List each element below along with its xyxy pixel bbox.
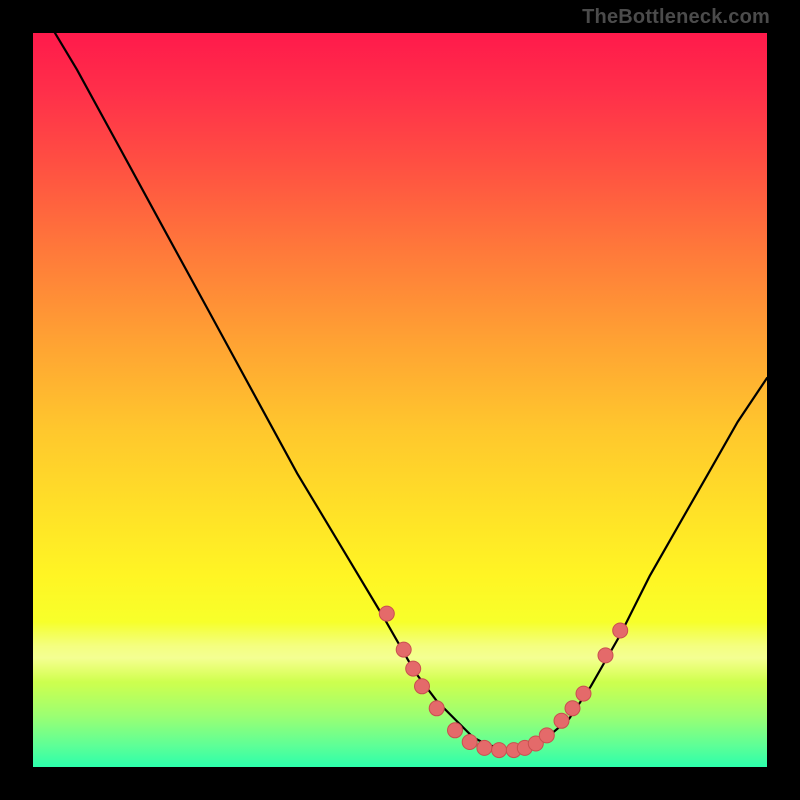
watermark-text: TheBottleneck.com (582, 6, 770, 29)
plot-area (33, 33, 767, 767)
chart-stage: TheBottleneck.com (0, 0, 800, 800)
